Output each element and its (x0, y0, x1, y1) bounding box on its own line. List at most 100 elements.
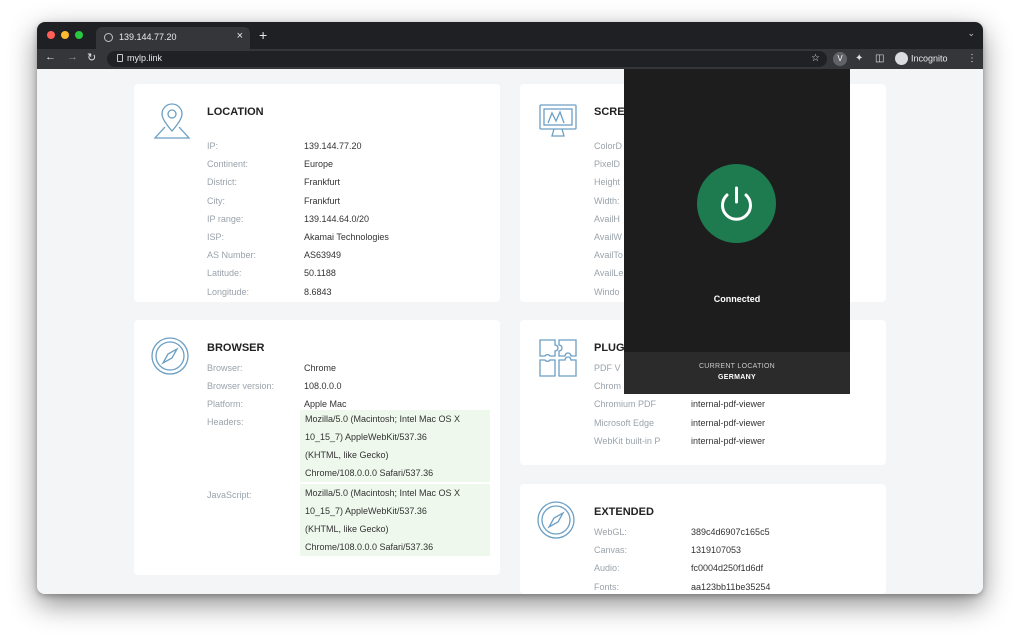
info-label: IP: (207, 141, 219, 151)
browser-title: BROWSER (207, 342, 265, 354)
tab-search-icon[interactable]: ⌄ (967, 28, 975, 39)
info-label: PixelD (594, 159, 621, 170)
lock-icon (117, 54, 123, 62)
location-title: LOCATION (207, 106, 264, 118)
info-label: ColorD (594, 141, 623, 151)
info-label: Chromium PDF (594, 399, 657, 410)
compass-icon (151, 337, 189, 375)
plugins-title: PLUG (594, 342, 625, 354)
more-menu-icon[interactable]: ⋮ (967, 53, 977, 64)
back-icon[interactable]: ← (45, 51, 56, 63)
info-label: WebKit built-in P (594, 435, 661, 446)
info-label: City: (207, 195, 225, 206)
vpn-popup: Connected CURRENT LOCATION GERMANY (624, 69, 850, 394)
current-location-panel[interactable]: CURRENT LOCATION GERMANY (624, 352, 850, 394)
location-pin-icon (153, 103, 191, 139)
value-line: 10_15_7) AppleWebKit/537.36 (305, 506, 427, 516)
info-label: Continent: (207, 159, 249, 170)
puzzle-pieces-icon (539, 339, 577, 377)
info-label: AS Number: (207, 250, 257, 261)
power-icon (721, 186, 752, 221)
new-tab-button[interactable]: + (259, 27, 267, 43)
info-value: 108.0.0.0 (304, 381, 342, 392)
info-value: 389c4d6907c165c5 (691, 527, 770, 537)
info-label: ISP: (207, 232, 225, 242)
info-label: Height (594, 177, 621, 188)
profile-button[interactable]: Incognito (895, 52, 948, 65)
profile-label: Incognito (911, 53, 948, 64)
info-label: District: (207, 177, 237, 188)
value-line: Mozilla/5.0 (Macintosh; Intel Mac OS X (305, 414, 461, 424)
info-label: Longitude: (207, 286, 250, 297)
javascript-value-box: Mozilla/5.0 (Macintosh; Intel Mac OS X 10… (300, 484, 490, 556)
browser-toolbar: ← → ↻ mylp.link ☆ V ✦ ◫ Incognito ⋮ (37, 49, 983, 69)
extended-card: EXTENDED WebGL: 389c4d6907c165c5 Canvas: 13… (520, 484, 886, 594)
address-bar[interactable]: mylp.link (107, 51, 827, 67)
info-label: Platform: (207, 399, 244, 410)
close-window-button[interactable] (47, 31, 55, 39)
info-label: IP range: (207, 213, 244, 224)
bookmark-star-icon[interactable]: ☆ (811, 53, 820, 64)
info-label: Canvas: (594, 545, 628, 556)
info-value: AS63949 (304, 250, 342, 261)
info-label: Audio: (594, 563, 620, 574)
side-panel-icon[interactable]: ◫ (875, 53, 884, 64)
info-label: Fonts: (594, 581, 620, 592)
value-line: Mozilla/5.0 (Macintosh; Intel Mac OS X (305, 488, 461, 498)
info-value: 1319107053 (691, 545, 742, 556)
info-label: Chrom (594, 381, 622, 392)
vpn-status: Connected (713, 294, 761, 304)
info-value: Akamai Technologies (304, 232, 389, 242)
minimize-window-button[interactable] (61, 31, 69, 39)
address-url: mylp.link (127, 53, 163, 63)
info-value: internal-pdf-viewer (691, 417, 766, 428)
headers-label: Headers: (207, 417, 244, 427)
tab-strip: 139.144.77.20 × + ⌄ (37, 22, 983, 49)
vpn-extension-icon[interactable]: V (833, 52, 847, 66)
value-line: Chrome/108.0.0.0 Safari/537.36 (305, 468, 434, 478)
info-label: Browser version: (207, 381, 275, 392)
info-label: AvailH (594, 213, 620, 224)
value-line: (KHTML, like Gecko) (305, 450, 389, 460)
info-value: 50.1188 (304, 268, 336, 279)
info-label: Latitude: (207, 268, 242, 279)
info-label: WebGL: (594, 527, 627, 537)
maximize-window-button[interactable] (75, 31, 83, 39)
info-label: PDF V (594, 363, 621, 373)
javascript-label: JavaScript: (207, 490, 252, 500)
location-card: LOCATION IP: 139.144.77.20 Continent: Europ… (134, 84, 500, 302)
value-line: 10_15_7) AppleWebKit/537.36 (305, 432, 427, 442)
value-line: (KHTML, like Gecko) (305, 524, 389, 534)
info-value: Frankfurt (304, 195, 341, 206)
extensions-puzzle-icon[interactable]: ✦ (855, 53, 863, 64)
compass-icon (537, 501, 575, 539)
info-label: AvailTo (594, 250, 623, 261)
current-location-value: GERMANY (718, 374, 756, 381)
info-value: Apple Mac (304, 399, 347, 410)
value-line: Chrome/108.0.0.0 Safari/537.36 (305, 542, 434, 552)
info-value: Europe (304, 159, 334, 170)
incognito-avatar-icon (895, 52, 908, 65)
info-value: internal-pdf-viewer (691, 435, 766, 446)
reload-icon[interactable]: ↻ (87, 51, 96, 64)
vpn-power-button[interactable] (697, 164, 776, 243)
info-label: Windo (594, 286, 620, 297)
browser-window: 139.144.77.20 × + ⌄ ← → ↻ mylp.link ☆ V … (37, 22, 983, 594)
info-value: 8.6843 (304, 286, 332, 297)
screen-title: SCRE (594, 106, 625, 118)
globe-icon (104, 33, 113, 42)
info-label: AvailLe (594, 268, 624, 279)
info-value: 139.144.64.0/20 (304, 213, 370, 224)
info-value: internal-pdf-viewer (691, 399, 766, 410)
monitor-icon (539, 104, 577, 137)
info-label: AvailW (594, 232, 622, 242)
info-label: Microsoft Edge (594, 417, 655, 428)
browser-card: BROWSER Browser: Chrome Browser version: 10… (134, 320, 500, 575)
info-label: Browser: (207, 363, 243, 373)
tab-active[interactable]: 139.144.77.20 × (96, 27, 250, 49)
info-value: aa123bb11be35254 (691, 581, 771, 592)
tab-close-icon[interactable]: × (237, 30, 243, 42)
info-value: fc0004d250f1d6df (691, 563, 764, 574)
current-location-label: CURRENT LOCATION (698, 363, 776, 370)
forward-icon[interactable]: → (67, 51, 78, 63)
